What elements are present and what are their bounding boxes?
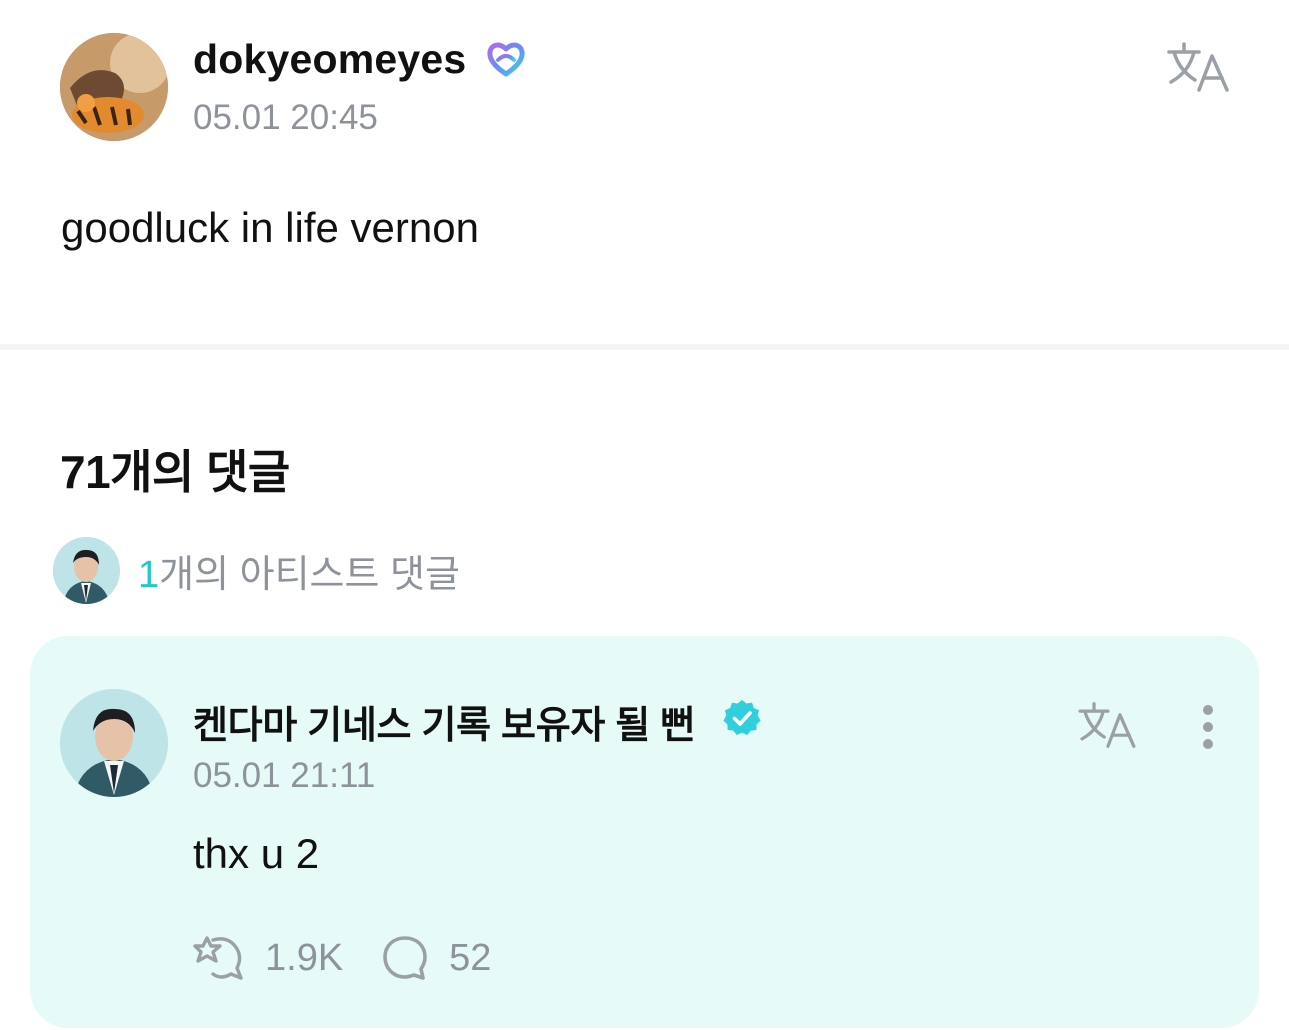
translate-icon[interactable] <box>1076 700 1138 750</box>
like-button[interactable]: 1.9K <box>193 932 343 984</box>
artist-comments-filter[interactable]: 1개의 아티스트 댓글 <box>53 536 460 604</box>
artist-comment-label-text: 개의 아티스트 댓글 <box>159 553 460 596</box>
artist-comment-count: 1 <box>138 553 160 596</box>
post-author-avatar[interactable] <box>60 33 168 141</box>
like-icon <box>193 936 243 980</box>
membership-heart-icon <box>486 40 526 78</box>
artist-comments-label: 1개의 아티스트 댓글 <box>138 543 460 598</box>
more-vertical-icon[interactable] <box>1188 700 1228 756</box>
post-body: goodluck in life vernon <box>61 204 479 251</box>
comment-count-heading: 71개의 댓글 <box>60 446 290 498</box>
comment-timestamp: 05.01 21:11 <box>193 756 376 795</box>
comment-author-avatar[interactable] <box>60 689 168 797</box>
verified-icon <box>722 698 762 738</box>
section-divider <box>0 344 1289 350</box>
reply-count: 52 <box>449 936 492 979</box>
comment-body: thx u 2 <box>193 830 320 877</box>
comment-author-name[interactable]: 켄다마 기네스 기록 보유자 될 뻔 <box>193 694 695 749</box>
reply-button[interactable]: 52 <box>381 934 491 982</box>
translate-icon[interactable] <box>1165 40 1231 94</box>
artist-avatar <box>53 536 120 604</box>
post-timestamp: 05.01 20:45 <box>193 98 378 137</box>
reaction-row: 1.9K 52 <box>193 930 491 986</box>
like-count: 1.9K <box>265 936 344 979</box>
post-author-name[interactable]: dokyeomeyes <box>193 36 466 83</box>
comment-bubble-icon <box>383 936 427 980</box>
